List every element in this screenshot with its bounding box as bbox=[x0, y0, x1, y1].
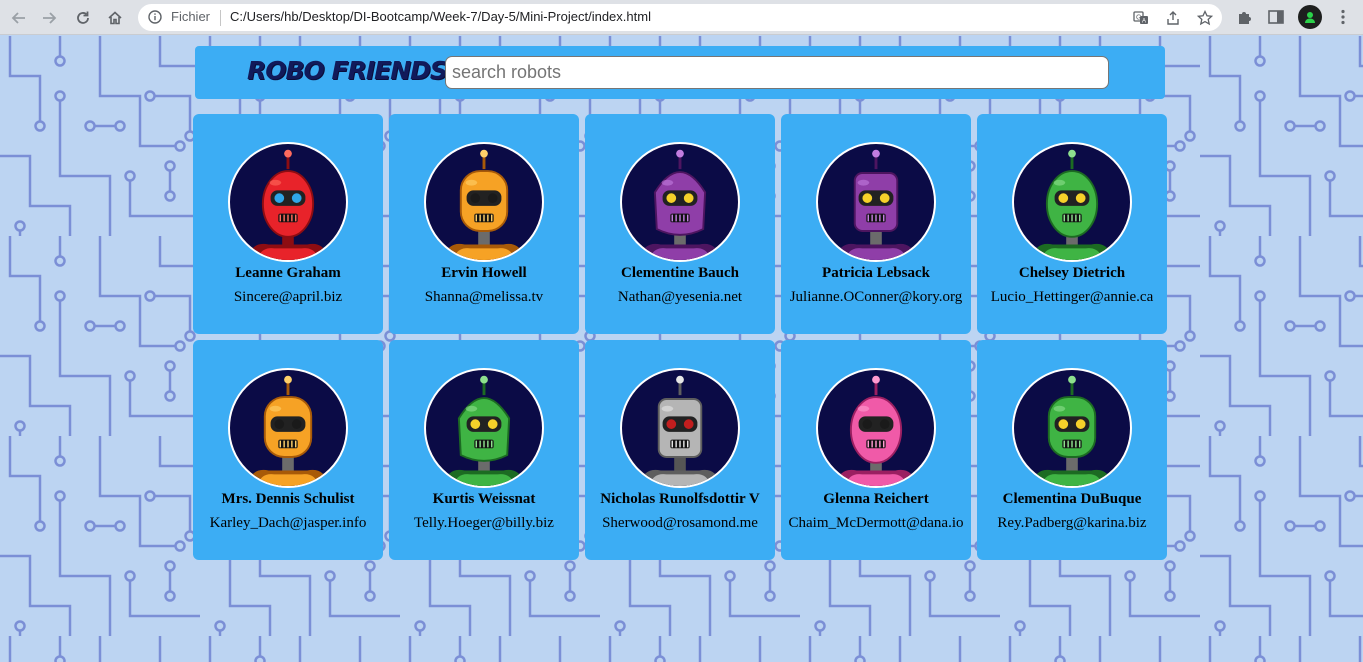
robot-name: Nicholas Runolfsdottir V bbox=[600, 491, 760, 507]
url-text[interactable]: C:/Users/hb/Desktop/DI-Bootcamp/Week-7/D… bbox=[230, 9, 651, 24]
robot-card[interactable]: Glenna Reichert Chaim_McDermott@dana.io bbox=[781, 340, 971, 560]
robot-card[interactable]: Kurtis Weissnat Telly.Hoeger@billy.biz bbox=[389, 340, 579, 560]
robot-email: Sincere@april.biz bbox=[233, 289, 343, 305]
side-panel-icon[interactable] bbox=[1267, 8, 1285, 26]
robot-avatar bbox=[816, 142, 936, 262]
robot-card[interactable]: Clementine Bauch Nathan@yesenia.net bbox=[585, 114, 775, 334]
info-icon[interactable] bbox=[148, 10, 162, 24]
robot-email: Karley_Dach@jasper.info bbox=[209, 515, 367, 531]
svg-text:A: A bbox=[1142, 19, 1146, 25]
robot-email: Telly.Hoeger@billy.biz bbox=[414, 515, 554, 531]
home-icon[interactable] bbox=[104, 7, 126, 29]
robot-avatar bbox=[228, 368, 348, 488]
translate-icon[interactable]: GA bbox=[1133, 10, 1149, 26]
site-header: ROBO FRIENDS bbox=[195, 46, 1165, 99]
robot-avatar bbox=[1012, 142, 1132, 262]
robot-avatar bbox=[620, 368, 740, 488]
robot-email: Julianne.OConner@kory.org bbox=[789, 289, 963, 305]
robot-name: Patricia Lebsack bbox=[822, 265, 930, 281]
profile-avatar-icon[interactable] bbox=[1298, 5, 1322, 29]
robot-card[interactable]: Clementina DuBuque Rey.Padberg@karina.biz bbox=[977, 340, 1167, 560]
robot-name: Leanne Graham bbox=[235, 265, 341, 281]
robot-card[interactable]: Patricia Lebsack Julianne.OConner@kory.or… bbox=[781, 114, 971, 334]
robot-card[interactable]: Nicholas Runolfsdottir V Sherwood@rosamon… bbox=[585, 340, 775, 560]
robot-email: Chaim_McDermott@dana.io bbox=[788, 515, 964, 531]
bookmark-star-icon[interactable] bbox=[1197, 10, 1213, 26]
robot-name: Glenna Reichert bbox=[823, 491, 929, 507]
share-icon[interactable] bbox=[1165, 10, 1181, 26]
robot-avatar bbox=[228, 142, 348, 262]
page-viewport: ROBO FRIENDS Leanne Graham Sincere@april.… bbox=[0, 36, 1363, 662]
scheme-label: Fichier bbox=[171, 9, 211, 24]
robot-name: Ervin Howell bbox=[441, 265, 527, 281]
robot-avatar bbox=[424, 368, 544, 488]
robot-card[interactable]: Leanne Graham Sincere@april.biz bbox=[193, 114, 383, 334]
robot-avatar bbox=[816, 368, 936, 488]
robot-name: Clementine Bauch bbox=[621, 265, 739, 281]
kebab-menu-icon[interactable] bbox=[1334, 8, 1352, 26]
forward-arrow-icon[interactable] bbox=[38, 7, 60, 29]
extensions-puzzle-icon[interactable] bbox=[1236, 8, 1254, 26]
robot-card[interactable]: Mrs. Dennis Schulist Karley_Dach@jasper.i… bbox=[193, 340, 383, 560]
robot-name: Mrs. Dennis Schulist bbox=[221, 491, 355, 507]
reload-icon[interactable] bbox=[72, 7, 94, 29]
robot-email: Shanna@melissa.tv bbox=[424, 289, 544, 305]
search-input[interactable] bbox=[445, 56, 1109, 89]
back-arrow-icon[interactable] bbox=[8, 7, 30, 29]
robot-avatar bbox=[1012, 368, 1132, 488]
robot-email: Rey.Padberg@karina.biz bbox=[997, 515, 1147, 531]
site-logo: ROBO FRIENDS bbox=[247, 56, 448, 85]
address-bar[interactable]: Fichier C:/Users/hb/Desktop/DI-Bootcamp/… bbox=[138, 4, 1222, 31]
robot-name: Kurtis Weissnat bbox=[432, 491, 536, 507]
robot-avatar bbox=[424, 142, 544, 262]
robot-card[interactable]: Ervin Howell Shanna@melissa.tv bbox=[389, 114, 579, 334]
robot-email: Lucio_Hettinger@annie.ca bbox=[990, 289, 1154, 305]
robot-name: Chelsey Dietrich bbox=[1018, 265, 1126, 281]
omnibox-divider bbox=[220, 10, 221, 26]
robot-email: Sherwood@rosamond.me bbox=[602, 515, 758, 531]
robot-avatar bbox=[620, 142, 740, 262]
robot-name: Clementina DuBuque bbox=[1002, 491, 1142, 507]
browser-toolbar: Fichier C:/Users/hb/Desktop/DI-Bootcamp/… bbox=[0, 0, 1363, 35]
robot-email: Nathan@yesenia.net bbox=[617, 289, 743, 305]
robot-card[interactable]: Chelsey Dietrich Lucio_Hettinger@annie.ca bbox=[977, 114, 1167, 334]
